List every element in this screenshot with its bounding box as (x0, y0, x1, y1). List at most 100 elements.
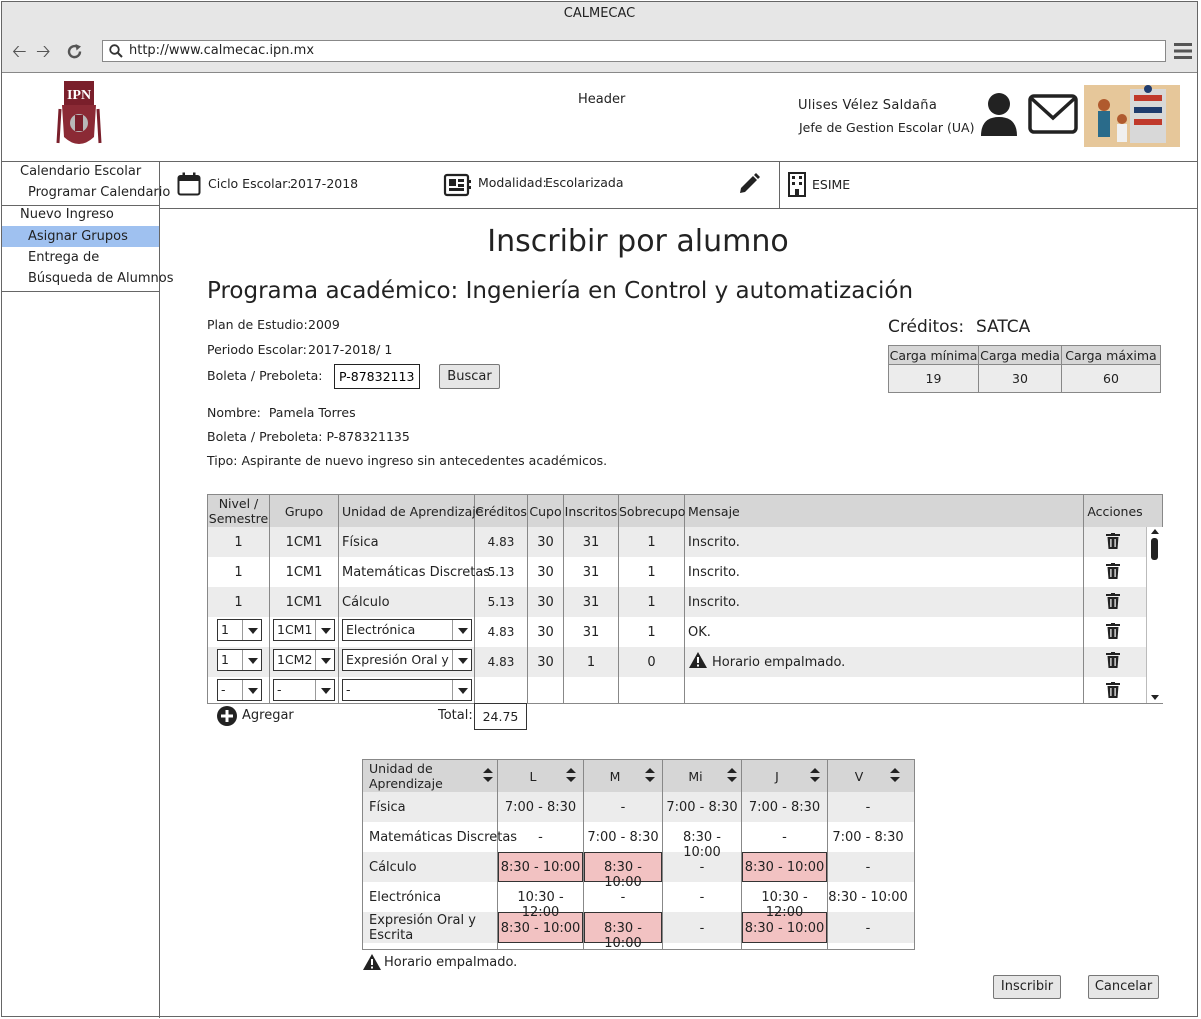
user-icon[interactable] (980, 92, 1018, 136)
plan-label: Plan de Estudio: (207, 317, 308, 332)
edit-pencil-icon[interactable] (738, 173, 760, 195)
sidebar-item-nuevo-ingreso[interactable]: Nuevo Ingreso (20, 204, 114, 225)
sched-col-unidad-header[interactable]: Unidad de Aprendizaje (369, 761, 479, 791)
unidad-select[interactable]: Electrónica (342, 619, 472, 641)
carga-maxima-header: Carga máxima (1061, 345, 1161, 365)
escuela-label: ESIME (812, 177, 851, 192)
warning-icon (363, 954, 381, 970)
sched-col-mi-header[interactable]: Mi (663, 769, 728, 784)
nivel-select[interactable]: - (217, 679, 262, 701)
trash-icon[interactable] (1106, 593, 1120, 609)
programa-academico: Programa académico: Ingeniería en Contro… (207, 278, 914, 304)
sidebar-item-calendario-escolar[interactable]: Calendario Escolar (20, 161, 141, 182)
carga-minima-header: Carga mínima (888, 345, 979, 365)
trash-icon[interactable] (1106, 623, 1120, 639)
sort-icon[interactable] (810, 768, 820, 782)
cell-cupo: 30 (537, 595, 554, 610)
col-grupo-header: Grupo (284, 504, 324, 519)
user-name: Ulises Vélez Saldaña (798, 98, 938, 113)
url-text: http://www.calmecac.ipn.mx (129, 43, 315, 58)
ciclo-escolar-value: 2017-2018 (290, 176, 359, 191)
grupo-select[interactable]: 1CM1 (273, 619, 335, 641)
sched-cell: 8:30 - 10:00 (744, 860, 825, 875)
sort-icon[interactable] (727, 768, 737, 782)
sidebar-item-busqueda-alumnos[interactable]: Búsqueda de Alumnos (28, 268, 174, 289)
cell-nivel: 1 (234, 565, 243, 580)
boleta-label: Boleta / Preboleta: (207, 368, 323, 383)
sort-icon[interactable] (566, 768, 576, 782)
boleta-input[interactable] (334, 364, 420, 389)
sched-cell: 8:30 - 10:00 (682, 830, 722, 860)
sort-icon[interactable] (890, 768, 900, 782)
unidad-select[interactable]: - (342, 679, 472, 701)
sched-cell: 7:00 - 8:30 (587, 830, 659, 845)
sidebar-item-asignar-grupos[interactable]: Asignar Grupos (28, 226, 128, 247)
back-icon[interactable]: 🡠 (12, 39, 27, 69)
svg-text:IPN: IPN (67, 88, 91, 103)
codex-image (1084, 85, 1180, 147)
cell-sobrecupo: 1 (647, 565, 656, 580)
buscar-button[interactable]: Buscar (439, 364, 500, 389)
forward-icon[interactable]: 🡢 (36, 39, 51, 69)
enroll-table: Nivel / Semestre Grupo Unidad de Aprendi… (207, 494, 1163, 704)
col-cupo-header: Cupo (529, 504, 562, 519)
cell-grupo: 1CM1 (285, 535, 323, 550)
col-mensaje-header: Mensaje (688, 504, 740, 519)
cell-creditos: 5.13 (487, 565, 515, 579)
sched-cell: - (865, 860, 871, 875)
sidebar-item-entrega-de[interactable]: Entrega de (28, 247, 99, 268)
add-circle-icon[interactable] (217, 706, 237, 726)
scroll-thumb[interactable] (1151, 538, 1158, 560)
sched-col-v-header[interactable]: V (828, 769, 890, 784)
window-title: CALMECAC (2, 2, 1197, 30)
sched-col-j-header[interactable]: J (742, 769, 812, 784)
sched-cell: - (865, 921, 871, 936)
cancelar-button[interactable]: Cancelar (1088, 975, 1159, 999)
unidad-select[interactable]: Expresión Oral y E (342, 649, 472, 671)
sort-icon[interactable] (645, 768, 655, 782)
reload-icon[interactable] (66, 43, 83, 60)
col-inscritos-header: Inscritos (564, 504, 618, 519)
creditos-label: Créditos: (888, 317, 965, 337)
cell-mensaje: Inscrito. (688, 595, 740, 610)
sched-cell: - (699, 860, 705, 875)
modalidad-label: Modalidad: (478, 175, 547, 190)
sidebar-item-programar-calendario[interactable]: Programar Calendario (28, 182, 170, 203)
menu-icon[interactable] (1174, 42, 1192, 60)
inscribir-button[interactable]: Inscribir (993, 975, 1061, 999)
sched-col-l-header[interactable]: L (498, 769, 568, 784)
trash-icon[interactable] (1106, 682, 1120, 698)
creditos-table: Carga mínima Carga media Carga máxima 19… (888, 345, 1161, 393)
cell-cupo: 30 (537, 655, 554, 670)
browser-navbar: 🡠 🡢 http://www.calmecac.ipn.mx (2, 30, 1197, 73)
sched-row-unidad: Expresión Oral y Escrita (369, 913, 476, 943)
grupo-select[interactable]: - (273, 679, 335, 701)
nivel-select[interactable]: 1 (217, 619, 262, 641)
sched-col-m-header[interactable]: M (584, 769, 646, 784)
modalidad-icon (443, 173, 471, 197)
address-bar[interactable]: http://www.calmecac.ipn.mx (102, 40, 1166, 62)
carga-maxima-value: 60 (1061, 364, 1161, 393)
cell-creditos: 4.83 (487, 655, 515, 669)
periodo-value: 2017-2018/ 1 (308, 342, 393, 357)
grupo-select[interactable]: 1CM2 (273, 649, 335, 671)
carga-media-header: Carga media (978, 345, 1062, 365)
sched-cell: - (620, 800, 626, 815)
trash-icon[interactable] (1106, 533, 1120, 549)
sched-cell: - (782, 830, 787, 845)
table-scrollbar[interactable] (1146, 527, 1163, 703)
agregar-link[interactable]: Agregar (242, 708, 294, 723)
scroll-down-icon[interactable] (1151, 695, 1159, 700)
trash-icon[interactable] (1106, 652, 1120, 668)
sched-cell: 8:30 - 10:00 (603, 860, 643, 890)
scroll-up-icon[interactable] (1151, 529, 1159, 534)
sched-cell: - (538, 830, 543, 845)
trash-icon[interactable] (1106, 563, 1120, 579)
sched-cell: 8:30 - 10:00 (744, 921, 825, 936)
calendar-icon (177, 172, 201, 196)
nivel-select[interactable]: 1 (217, 649, 262, 671)
mail-icon[interactable] (1028, 94, 1078, 134)
sort-icon[interactable] (483, 768, 493, 782)
building-icon (788, 172, 806, 197)
col-acciones-header: Acciones (1087, 504, 1143, 519)
